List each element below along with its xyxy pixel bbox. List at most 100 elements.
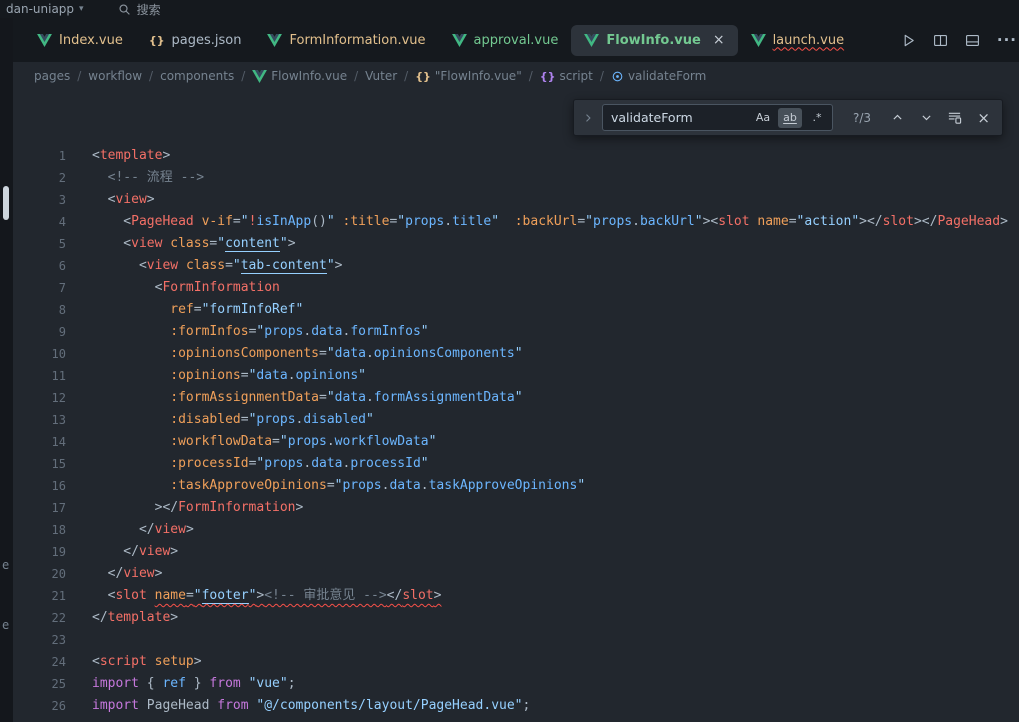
breadcrumb-label: components — [160, 69, 234, 83]
code-line[interactable]: 22</template> — [0, 607, 1019, 629]
breadcrumb-item-components[interactable]: components — [160, 69, 234, 83]
vue-icon — [252, 70, 267, 83]
code-line[interactable]: 11 :opinions="data.opinions" — [0, 365, 1019, 387]
find-toggles: Aaab.* — [751, 108, 829, 128]
code-text: <slot name="footer"><!-- 审批意见 --></slot> — [66, 585, 441, 607]
code-line[interactable]: 4 <PageHead v-if="!isInApp()" :title="pr… — [0, 211, 1019, 233]
code-line[interactable]: 6 <view class="tab-content"> — [0, 255, 1019, 277]
find-widget: Aaab.* ?/3 × — [573, 99, 1003, 136]
code-line[interactable]: 7 <FormInformation — [0, 277, 1019, 299]
code-line[interactable]: 16 :taskApproveOpinions="props.data.task… — [0, 475, 1019, 497]
code-text: :formInfos="props.data.formInfos" — [66, 321, 429, 343]
code-line[interactable]: 21 <slot name="footer"><!-- 审批意见 --></sl… — [0, 585, 1019, 607]
tab-FormInformation.vue[interactable]: FormInformation.vue — [254, 25, 438, 56]
code-text: <FormInformation — [66, 277, 280, 299]
code-line[interactable]: 8 ref="formInfoRef" — [0, 299, 1019, 321]
code-line[interactable]: 15 :processId="props.data.processId" — [0, 453, 1019, 475]
code-text: :opinionsComponents="data.opinionsCompon… — [66, 343, 523, 365]
tab-approval.vue[interactable]: approval.vue — [439, 25, 572, 56]
toggle-replace-chevron-icon[interactable] — [582, 112, 594, 124]
breadcrumb-separator: / — [241, 69, 245, 83]
braces-icon: {} — [415, 70, 431, 83]
code-text: <view class="tab-content"> — [66, 255, 342, 277]
code-text: :processId="props.data.processId" — [66, 453, 429, 475]
code-line[interactable]: 12 :formAssignmentData="data.formAssignm… — [0, 387, 1019, 409]
code-line[interactable]: 5 <view class="content"> — [0, 233, 1019, 255]
workspace-switcher[interactable]: dan-uniapp ▾ — [6, 2, 84, 16]
more-actions-icon[interactable]: ··· — [997, 31, 1017, 49]
split-editor-icon[interactable] — [933, 33, 948, 48]
code-line[interactable]: 3 <view> — [0, 189, 1019, 211]
code-line[interactable]: 1<template> — [0, 145, 1019, 167]
find-input[interactable] — [611, 110, 739, 125]
code-line[interactable]: 18 </view> — [0, 519, 1019, 541]
breadcrumb-separator: / — [404, 69, 408, 83]
find-results-count: ?/3 — [853, 111, 871, 125]
clipped-text: e — [2, 558, 9, 572]
close-icon[interactable]: × — [713, 33, 725, 47]
code-line[interactable]: 2 <!-- 流程 --> — [0, 167, 1019, 189]
code-line[interactable]: 19 </view> — [0, 541, 1019, 563]
code-text: <script setup> — [66, 651, 202, 673]
code-text: </view> — [66, 563, 162, 585]
code-line[interactable]: 13 :disabled="props.disabled" — [0, 409, 1019, 431]
editor[interactable]: Aaab.* ?/3 × 1<template>2 <!-- 流程 -->3 <… — [0, 90, 1019, 722]
code-line[interactable]: 14 :workflowData="props.workflowData" — [0, 431, 1019, 453]
code-line[interactable]: 25import { ref } from "vue"; — [0, 673, 1019, 695]
tab-label: pages.json — [172, 33, 242, 48]
tab-label: FlowInfo.vue — [606, 33, 700, 48]
find-close-button[interactable]: × — [973, 107, 994, 129]
clipped-text: e — [2, 618, 9, 632]
global-search[interactable]: 搜索 — [118, 1, 161, 18]
tab-launch.vue[interactable]: launch.vue — [738, 25, 858, 56]
breadcrumb-item-script[interactable]: {}script — [540, 69, 593, 83]
code-text: </template> — [66, 607, 178, 629]
find-previous-button[interactable] — [887, 107, 908, 129]
breadcrumb-label: "FlowInfo.vue" — [435, 69, 522, 83]
code-line[interactable]: 24<script setup> — [0, 651, 1019, 673]
regex-toggle[interactable]: .* — [805, 108, 829, 128]
scroll-indicator[interactable] — [3, 186, 9, 220]
code-text: <view class="content"> — [66, 233, 296, 255]
breadcrumb-separator: / — [600, 69, 604, 83]
breadcrumb-item-workflow[interactable]: workflow — [88, 69, 142, 83]
code-text: :taskApproveOpinions="props.data.taskApp… — [66, 475, 585, 497]
module-icon: {} — [540, 70, 556, 83]
breadcrumb: pages / workflow / components / FlowInfo.vue / V… — [0, 62, 1019, 90]
tab-pages.json[interactable]: {}pages.json — [136, 25, 255, 56]
breadcrumb-separator: / — [77, 69, 81, 83]
tab-FlowInfo.vue[interactable]: FlowInfo.vue × — [571, 25, 737, 56]
breadcrumb-item-FlowInfo.vue[interactable]: {} "FlowInfo.vue" — [415, 69, 522, 83]
code-line[interactable]: 10 :opinionsComponents="data.opinionsCom… — [0, 343, 1019, 365]
code-text: :formAssignmentData="data.formAssignment… — [66, 387, 523, 409]
run-icon[interactable] — [901, 33, 916, 48]
breadcrumb-separator: / — [529, 69, 533, 83]
find-next-button[interactable] — [916, 107, 937, 129]
tab-Index.vue[interactable]: Index.vue — [24, 25, 136, 56]
breadcrumb-label: Vuter — [365, 69, 397, 83]
layout-icon[interactable] — [965, 33, 980, 48]
code-text: <PageHead v-if="!isInApp()" :title="prop… — [66, 211, 1008, 233]
find-in-selection-button[interactable] — [945, 107, 966, 129]
find-input-box[interactable]: Aaab.* — [602, 104, 833, 131]
editor-actions: ··· — [901, 31, 1019, 49]
code-line[interactable]: 26import PageHead from "@/components/lay… — [0, 695, 1019, 717]
workspace-name: dan-uniapp — [6, 2, 74, 16]
code-line[interactable]: 23 — [0, 629, 1019, 651]
code-text: import PageHead from "@/components/layou… — [66, 695, 530, 717]
code-line[interactable]: 9 :formInfos="props.data.formInfos" — [0, 321, 1019, 343]
code-text: <!-- 流程 --> — [66, 167, 204, 189]
whole-word-toggle[interactable]: ab — [778, 108, 802, 128]
code-line[interactable]: 20 </view> — [0, 563, 1019, 585]
code-area[interactable]: 1<template>2 <!-- 流程 -->3 <view>4 <PageH… — [0, 90, 1019, 717]
breadcrumb-item-FlowInfo.vue[interactable]: FlowInfo.vue — [252, 69, 347, 83]
code-line[interactable]: 17 ></FormInformation> — [0, 497, 1019, 519]
match-case-toggle[interactable]: Aa — [751, 108, 775, 128]
vue-icon — [584, 34, 599, 47]
breadcrumb-item-pages[interactable]: pages — [34, 69, 70, 83]
breadcrumb-item-validateForm[interactable]: validateForm — [611, 69, 706, 83]
code-text: </view> — [66, 519, 194, 541]
breadcrumb-item-Vuter[interactable]: Vuter — [365, 69, 397, 83]
breadcrumb-label: workflow — [88, 69, 142, 83]
breadcrumb-label: validateForm — [628, 69, 706, 83]
